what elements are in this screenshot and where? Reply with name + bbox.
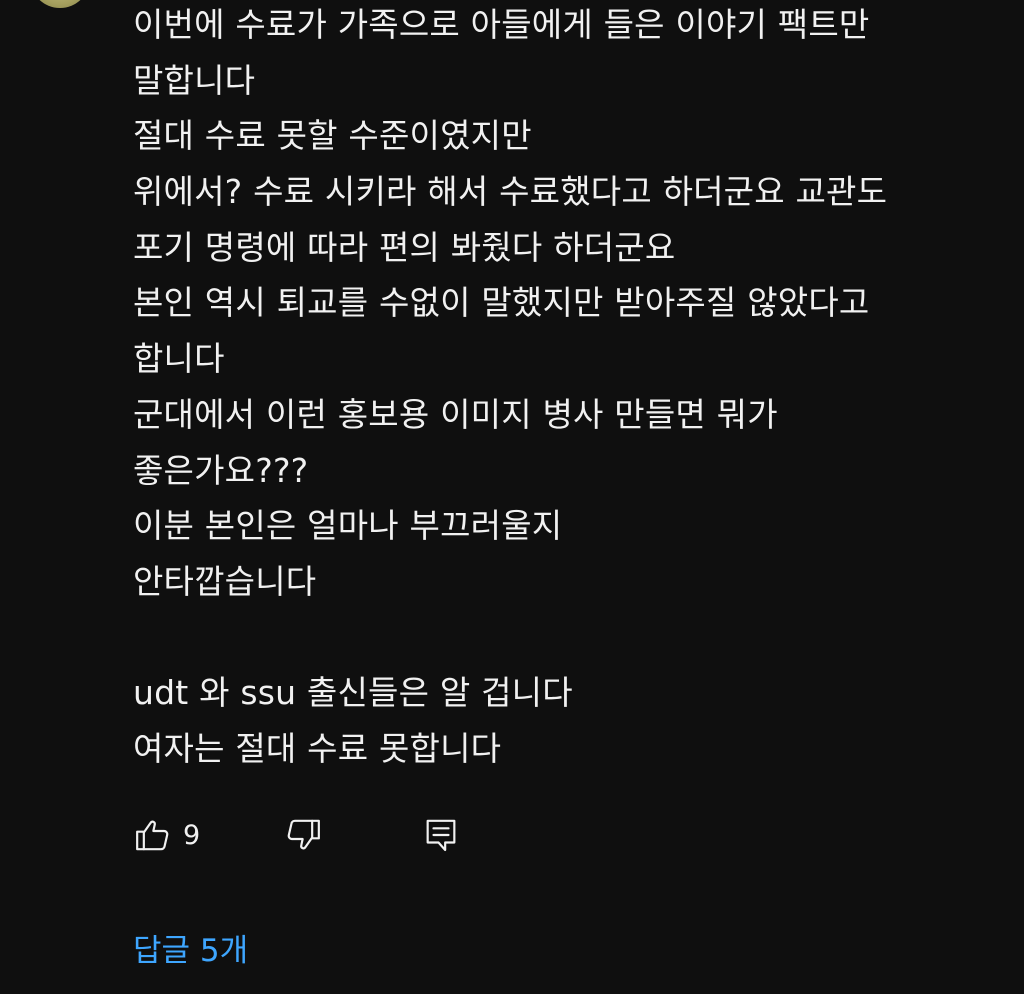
view-replies-link[interactable]: 답글 5개 xyxy=(133,926,248,976)
commenter-avatar[interactable] xyxy=(30,0,90,8)
reply-button[interactable] xyxy=(421,810,461,860)
comment-line: 좋은가요??? xyxy=(133,450,309,490)
comment-actions: 9 xyxy=(133,810,733,860)
dislike-button[interactable] xyxy=(283,810,323,860)
comment-line: 군대에서 이런 홍보용 이미지 병사 만들면 뭐가 xyxy=(133,394,778,434)
comment-line: 안타깝습니다 xyxy=(133,561,317,601)
comment-line: udt 와 ssu 출신들은 알 겁니다 xyxy=(133,673,573,713)
comment-text: 이번에 수료가 가족으로 아들에게 들은 이야기 팩트만 말합니다 절대 수료 … xyxy=(133,0,993,780)
like-button[interactable]: 9 xyxy=(133,810,200,860)
reply-comment-icon xyxy=(421,815,461,855)
comment-line: 합니다 xyxy=(133,339,225,379)
comment-line: 이분 본인은 얼마나 부끄러울지 xyxy=(133,506,563,546)
thumbs-up-icon xyxy=(133,815,173,855)
comment-line xyxy=(133,613,993,669)
comment-line: 여자는 절대 수료 못합니다 xyxy=(133,728,502,768)
comment-line: 포기 명령에 따라 편의 봐줬다 하더군요 xyxy=(133,227,676,267)
comment-line: 말합니다 xyxy=(133,60,256,100)
comment-line: 절대 수료 못할 수준이였지만 xyxy=(133,116,532,156)
comment-line: 위에서? 수료 시키라 해서 수료했다고 하더군요 교관도 xyxy=(133,172,888,212)
comment-line: 본인 역시 퇴교를 수없이 말했지만 받아주질 않았다고 xyxy=(133,283,870,323)
comment-line: 이번에 수료가 가족으로 아들에게 들은 이야기 팩트만 xyxy=(133,5,870,44)
thumbs-down-icon xyxy=(283,815,323,855)
like-count: 9 xyxy=(183,819,201,851)
